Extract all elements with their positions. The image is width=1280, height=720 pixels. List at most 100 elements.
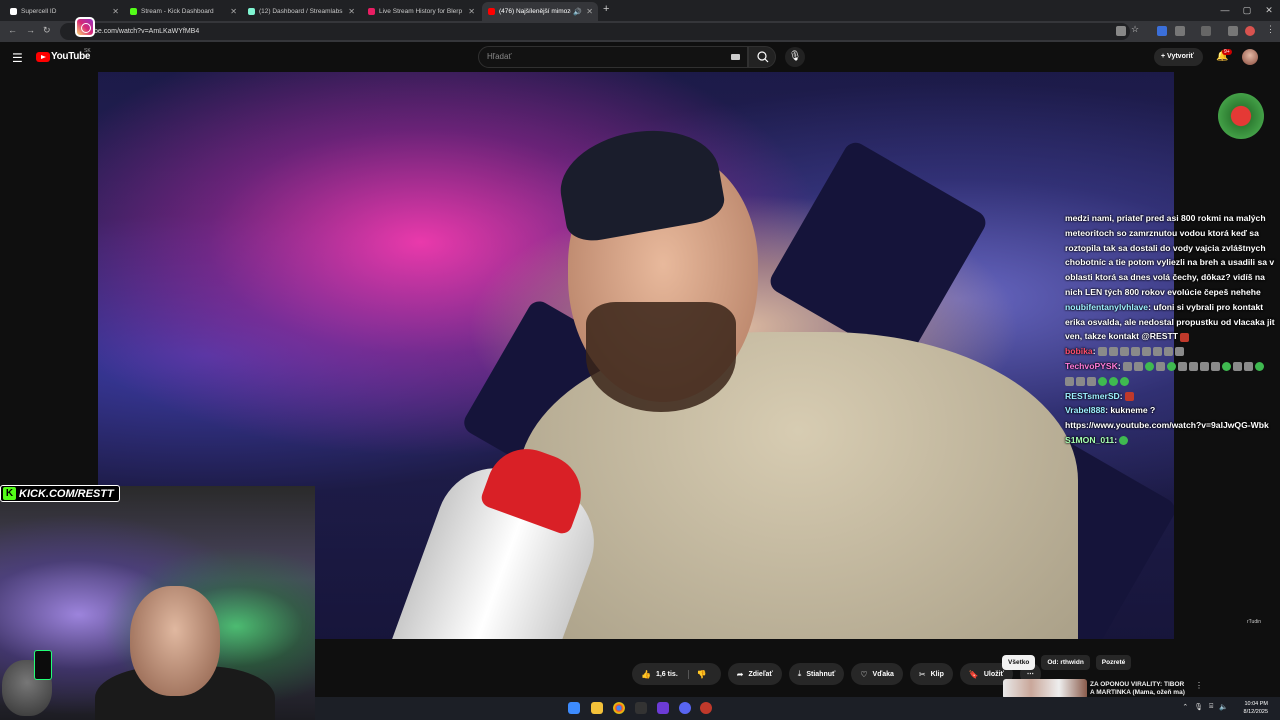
chat-text: medzi nami, priateľ pred asi 800 rokmi n…	[1065, 213, 1275, 297]
chip-watched[interactable]: Pozreté	[1095, 655, 1132, 670]
speaker-icon[interactable]: 🔈	[1219, 703, 1228, 711]
address-bar-row: ← → ↻ be.com/watch?v=AmLKaWYfMB4 ☆ ⋮	[0, 21, 1280, 42]
chat-emote-icon	[1156, 362, 1166, 372]
youtube-logo-icon[interactable]	[36, 52, 50, 62]
keyboard-icon[interactable]	[731, 54, 740, 60]
audio-playing-icon[interactable]: 🔊	[573, 8, 582, 16]
browser-tab[interactable]: Stream - Kick Dashboard ✕	[124, 2, 242, 21]
windows-start-icon[interactable]	[568, 702, 580, 714]
related-video-thumbnail[interactable]	[1003, 679, 1087, 699]
voice-search-mic-icon[interactable]: 🎙	[785, 47, 805, 67]
obs-icon[interactable]	[700, 702, 712, 714]
browser-tab[interactable]: (12) Dashboard / Streamlabs ✕	[242, 2, 360, 21]
chat-username: noubifentanylvhlave	[1065, 301, 1149, 312]
clip-button[interactable]: ✂ Klip	[909, 663, 953, 685]
close-tab-icon[interactable]: ✕	[586, 7, 593, 16]
search-button[interactable]	[748, 46, 776, 68]
thanks-button[interactable]: ♡ Vďaka	[851, 663, 903, 685]
clip-label: Klip	[930, 670, 944, 678]
chat-message: Vrabel888: kukneme ? https://www.youtube…	[1065, 403, 1275, 433]
related-more-icon[interactable]: ⋮	[1195, 681, 1203, 690]
minimize-icon[interactable]: —	[1214, 0, 1236, 21]
chat-emote-icon	[1097, 347, 1107, 357]
download-button[interactable]: ⤓ Stiahnuť	[788, 663, 845, 685]
chat-emote-icon	[1123, 362, 1133, 372]
browser-tab[interactable]: Live Stream History for Blerp S... ✕	[362, 2, 480, 21]
browser-tab-bar: Supercell ID ✕ Stream - Kick Dashboard ✕…	[0, 0, 1280, 21]
kick-logo-icon: K	[3, 487, 16, 500]
chat-emote-icon	[1098, 377, 1107, 386]
person-beard	[586, 302, 736, 412]
url-field[interactable]: be.com/watch?v=AmLKaWYfMB4	[60, 23, 1130, 40]
chat-emote-icon	[1134, 362, 1144, 372]
instagram-icon	[75, 17, 95, 37]
extension-icon[interactable]	[1157, 26, 1167, 36]
chat-emote-icon	[1119, 347, 1129, 357]
sidebar-icon[interactable]	[1201, 26, 1211, 36]
chip-all[interactable]: Všetko	[1002, 655, 1036, 670]
tab-title: Supercell ID	[21, 8, 57, 15]
download-label: Stiahnuť	[806, 670, 836, 678]
related-filter-chips: Všetko Od: rthwidn Pozreté	[1002, 655, 1132, 670]
xbox-icon[interactable]	[635, 702, 647, 714]
network-icon[interactable]: ⌸	[1209, 703, 1213, 711]
kick-channel-text: KICK.COM/RESTT	[19, 487, 114, 500]
menu-hamburger-icon[interactable]: ☰	[12, 51, 23, 65]
tab-title: Live Stream History for Blerp S...	[379, 8, 464, 15]
youtube-header: ☰ YouTube SK Hľadať 🎙 + Vytvoriť 🔔 9+	[0, 42, 1280, 72]
chrome-icon[interactable]	[613, 702, 625, 714]
energy-drink-can	[34, 650, 52, 680]
chat-message: medzi nami, priateľ pred asi 800 rokmi n…	[1065, 211, 1275, 300]
share-icon: ➦	[736, 669, 744, 679]
chat-emote-icon	[1211, 362, 1221, 372]
maximize-icon[interactable]: ▢	[1236, 0, 1258, 21]
thumbs-down-icon[interactable]: 👎	[687, 669, 707, 679]
notification-badge: 9+	[1222, 49, 1232, 55]
forward-icon[interactable]: →	[26, 25, 35, 35]
system-tray: ⌃ 🎙 ⌸ 🔈	[1182, 703, 1228, 711]
close-tab-icon[interactable]: ✕	[468, 7, 475, 16]
avatar[interactable]	[1242, 49, 1258, 65]
chat-username: bobika	[1065, 346, 1093, 357]
chat-emote-icon	[1108, 347, 1118, 357]
like-button[interactable]: 👍 1,6 tis. 👎	[632, 663, 721, 685]
close-tab-icon[interactable]: ✕	[112, 7, 119, 16]
chat-emote-icon	[1076, 377, 1085, 386]
save-label: Uložiť	[983, 670, 1004, 678]
close-tab-icon[interactable]: ✕	[348, 7, 355, 16]
chat-emote-icon	[1065, 377, 1074, 386]
stream-chat-overlay: medzi nami, priateľ pred asi 800 rokmi n…	[1065, 211, 1275, 448]
browser-tab[interactable]: Supercell ID ✕	[4, 2, 124, 21]
chat-emote-icon	[1087, 377, 1096, 386]
close-tab-icon[interactable]: ✕	[230, 7, 237, 16]
thumbs-up-icon: 👍	[641, 669, 651, 679]
chip-from-channel[interactable]: Od: rthwidn	[1041, 655, 1090, 670]
browser-tab-active[interactable]: (476) Najšílenější mimozem... 🔊 ✕	[482, 2, 598, 21]
close-window-icon[interactable]: ✕	[1258, 0, 1280, 21]
browser-menu-icon[interactable]: ⋮	[1266, 24, 1276, 34]
discord-icon[interactable]	[679, 702, 691, 714]
cast-icon[interactable]	[1116, 26, 1126, 36]
chat-emote-icon	[1255, 362, 1265, 372]
reload-icon[interactable]: ↻	[43, 25, 51, 36]
chat-emote-icon	[1233, 362, 1243, 372]
extensions-puzzle-icon[interactable]	[1175, 26, 1185, 36]
tray-chevron-icon[interactable]: ⌃	[1182, 703, 1188, 711]
search-input[interactable]: Hľadať	[478, 46, 748, 68]
back-icon[interactable]: ←	[8, 25, 17, 35]
download-icon[interactable]	[1228, 26, 1238, 36]
mic-tray-icon[interactable]: 🎙	[1194, 703, 1203, 711]
profile-icon[interactable]	[1245, 26, 1255, 36]
taskbar-clock[interactable]: 10:04 PM 8/12/2025	[1244, 700, 1268, 716]
file-explorer-icon[interactable]	[591, 702, 603, 714]
tab-favicon-icon	[10, 8, 17, 15]
scissors-icon: ✂	[918, 669, 926, 679]
share-button[interactable]: ➦ Zdieľať	[727, 663, 782, 685]
chat-emote-icon	[1178, 362, 1188, 372]
chat-emote-icon	[1125, 391, 1135, 401]
create-button[interactable]: + Vytvoriť	[1154, 48, 1203, 66]
clock-date: 8/12/2025	[1243, 709, 1268, 715]
app-icon[interactable]	[657, 702, 669, 714]
new-tab-button[interactable]: +	[603, 3, 609, 15]
bookmark-star-icon[interactable]: ☆	[1131, 24, 1141, 34]
